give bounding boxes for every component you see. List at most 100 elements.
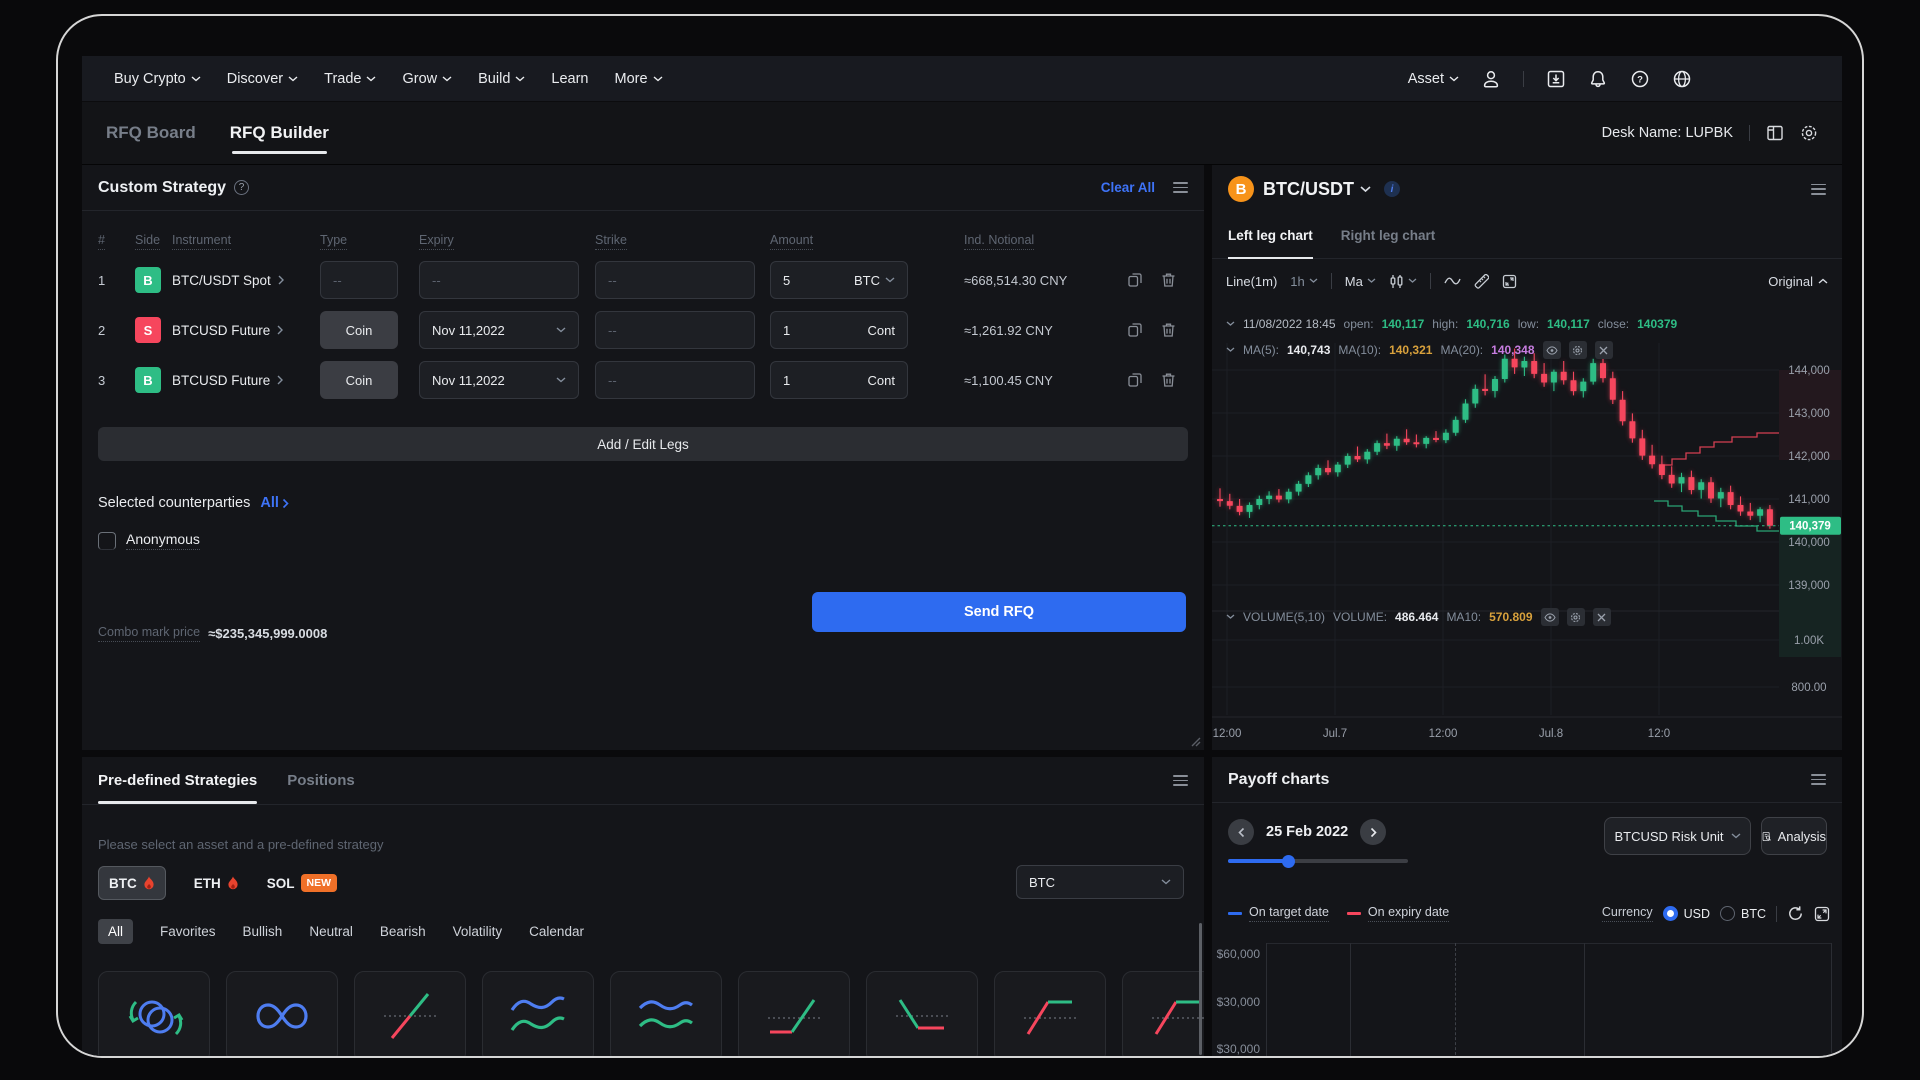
tab-positions[interactable]: Positions	[287, 757, 355, 804]
add-edit-legs-button[interactable]: Add / Edit Legs	[98, 427, 1188, 461]
risk-unit-select[interactable]: BTCUSD Risk Unit	[1604, 817, 1751, 855]
gear-icon[interactable]	[1800, 124, 1818, 142]
nav-item-learn[interactable]: Learn	[551, 71, 588, 87]
help-icon[interactable]: ?	[1630, 69, 1650, 89]
duplicate-icon[interactable]	[1127, 322, 1143, 338]
eye-icon[interactable]	[1543, 341, 1561, 359]
nav-item-more[interactable]: More	[614, 71, 662, 87]
filter-calendar[interactable]: Calendar	[529, 924, 584, 939]
trash-icon[interactable]	[1161, 372, 1176, 388]
slider-knob[interactable]	[1282, 855, 1295, 868]
close-icon[interactable]	[1593, 608, 1611, 626]
gear-icon[interactable]	[1567, 608, 1585, 626]
payoff-plot[interactable]: $60,000$30,000$30,000	[1212, 935, 1842, 1058]
tab-left-leg-chart[interactable]: Left leg chart	[1228, 213, 1313, 258]
strategy-card-roll[interactable]	[98, 971, 210, 1058]
refresh-icon[interactable]	[1787, 905, 1804, 922]
filter-volatility[interactable]: Volatility	[453, 924, 503, 939]
legend-target-date[interactable]: On target date	[1228, 905, 1329, 922]
panel-menu-icon[interactable]	[1811, 774, 1826, 785]
layout-icon[interactable]	[1766, 124, 1784, 142]
language-icon[interactable]	[1672, 69, 1692, 89]
strike-input[interactable]: --	[595, 311, 755, 349]
strategy-card-long-put[interactable]	[866, 971, 978, 1058]
close-icon[interactable]	[1595, 341, 1613, 359]
counterparties-all-link[interactable]: All	[260, 495, 289, 511]
strategy-card-long-call[interactable]	[738, 971, 850, 1058]
tab-pre-defined-strategies[interactable]: Pre-defined Strategies	[98, 757, 257, 804]
drawing-tools-icon[interactable]	[1474, 274, 1489, 289]
amount-input[interactable]: 1Cont	[770, 311, 908, 349]
send-rfq-button[interactable]: Send RFQ	[812, 592, 1186, 632]
date-slider[interactable]	[1228, 859, 1408, 863]
filter-neutral[interactable]: Neutral	[309, 924, 353, 939]
filter-all[interactable]: All	[98, 919, 133, 944]
fullscreen-icon[interactable]	[1502, 274, 1517, 289]
panel-menu-icon[interactable]	[1173, 775, 1188, 786]
instrument-link[interactable]: BTCUSD Future	[172, 373, 320, 388]
gear-icon[interactable]	[1569, 341, 1587, 359]
eye-icon[interactable]	[1541, 608, 1559, 626]
scrollbar[interactable]	[1199, 923, 1202, 1055]
instrument-link[interactable]: BTCUSD Future	[172, 323, 320, 338]
filter-favorites[interactable]: Favorites	[160, 924, 216, 939]
info-icon[interactable]: i	[1384, 181, 1400, 197]
amount-input[interactable]: 1Cont	[770, 361, 908, 399]
ma-select[interactable]: Ma	[1345, 274, 1376, 289]
line-interval-label[interactable]: Line(1m)	[1226, 274, 1277, 289]
nav-item-build[interactable]: Build	[478, 71, 525, 87]
candle-style-select[interactable]	[1389, 274, 1417, 289]
trash-icon[interactable]	[1161, 272, 1176, 288]
nav-item-buy-crypto[interactable]: Buy Crypto	[114, 71, 201, 87]
currency-usd-radio[interactable]: USD	[1663, 906, 1710, 921]
notifications-icon[interactable]	[1588, 69, 1608, 89]
expiry-select[interactable]: Nov 11,2022	[419, 361, 579, 399]
asset-chip-eth[interactable]: ETH	[194, 876, 239, 891]
download-icon[interactable]	[1546, 69, 1566, 89]
trash-icon[interactable]	[1161, 322, 1176, 338]
type-button[interactable]: Coin	[320, 361, 398, 399]
instrument-link[interactable]: BTC/USDT Spot	[172, 273, 320, 288]
resize-handle-icon[interactable]	[1189, 735, 1201, 747]
duplicate-icon[interactable]	[1127, 272, 1143, 288]
strike-input[interactable]: --	[595, 361, 755, 399]
clear-all-button[interactable]: Clear All	[1101, 180, 1155, 195]
tab-rfq-board[interactable]: RFQ Board	[106, 102, 196, 164]
expiry-select[interactable]: Nov 11,2022	[419, 311, 579, 349]
nav-item-discover[interactable]: Discover	[227, 71, 298, 87]
strategy-card-bull-spread[interactable]	[1122, 971, 1204, 1058]
strategy-card-future-long[interactable]	[354, 971, 466, 1058]
scale-select[interactable]: Original	[1768, 274, 1828, 289]
tab-rfq-builder[interactable]: RFQ Builder	[230, 102, 329, 164]
tab-right-leg-chart[interactable]: Right leg chart	[1341, 213, 1436, 258]
strike-input[interactable]: --	[595, 261, 755, 299]
filter-bearish[interactable]: Bearish	[380, 924, 426, 939]
duplicate-icon[interactable]	[1127, 372, 1143, 388]
asset-chip-sol[interactable]: SOLNEW	[267, 874, 337, 892]
symbol-select[interactable]: BTC/USDT	[1263, 179, 1371, 200]
interval-select[interactable]: 1h	[1290, 274, 1317, 289]
anonymous-checkbox-row[interactable]: Anonymous	[98, 531, 200, 550]
nav-item-grow[interactable]: Grow	[402, 71, 452, 87]
strategy-card-waves-flat[interactable]	[610, 971, 722, 1058]
legend-expiry-date[interactable]: On expiry date	[1347, 905, 1449, 922]
help-circle-icon[interactable]: ?	[234, 180, 249, 195]
amount-input[interactable]: 5BTC	[770, 261, 908, 299]
filter-bullish[interactable]: Bullish	[243, 924, 283, 939]
strategy-card-waves[interactable]	[482, 971, 594, 1058]
nav-item-trade[interactable]: Trade	[324, 71, 376, 87]
asset-chip-btc[interactable]: BTC	[98, 866, 166, 900]
asset-select[interactable]: BTC	[1016, 865, 1184, 899]
asset-menu[interactable]: Asset	[1408, 71, 1459, 87]
analysis-button[interactable]: Analysis	[1761, 817, 1827, 855]
panel-menu-icon[interactable]	[1811, 184, 1826, 195]
candlestick-chart[interactable]: 144,000143,000142,000141,000140,000139,0…	[1212, 315, 1842, 750]
currency-btc-radio[interactable]: BTC	[1720, 906, 1766, 921]
expand-icon[interactable]	[1814, 906, 1830, 922]
panel-menu-icon[interactable]	[1173, 182, 1188, 193]
strategy-card-infinity[interactable]	[226, 971, 338, 1058]
next-date-button[interactable]	[1360, 819, 1386, 845]
profile-icon[interactable]	[1481, 69, 1501, 89]
type-button[interactable]: Coin	[320, 311, 398, 349]
indicator-line-icon[interactable]	[1444, 276, 1461, 286]
